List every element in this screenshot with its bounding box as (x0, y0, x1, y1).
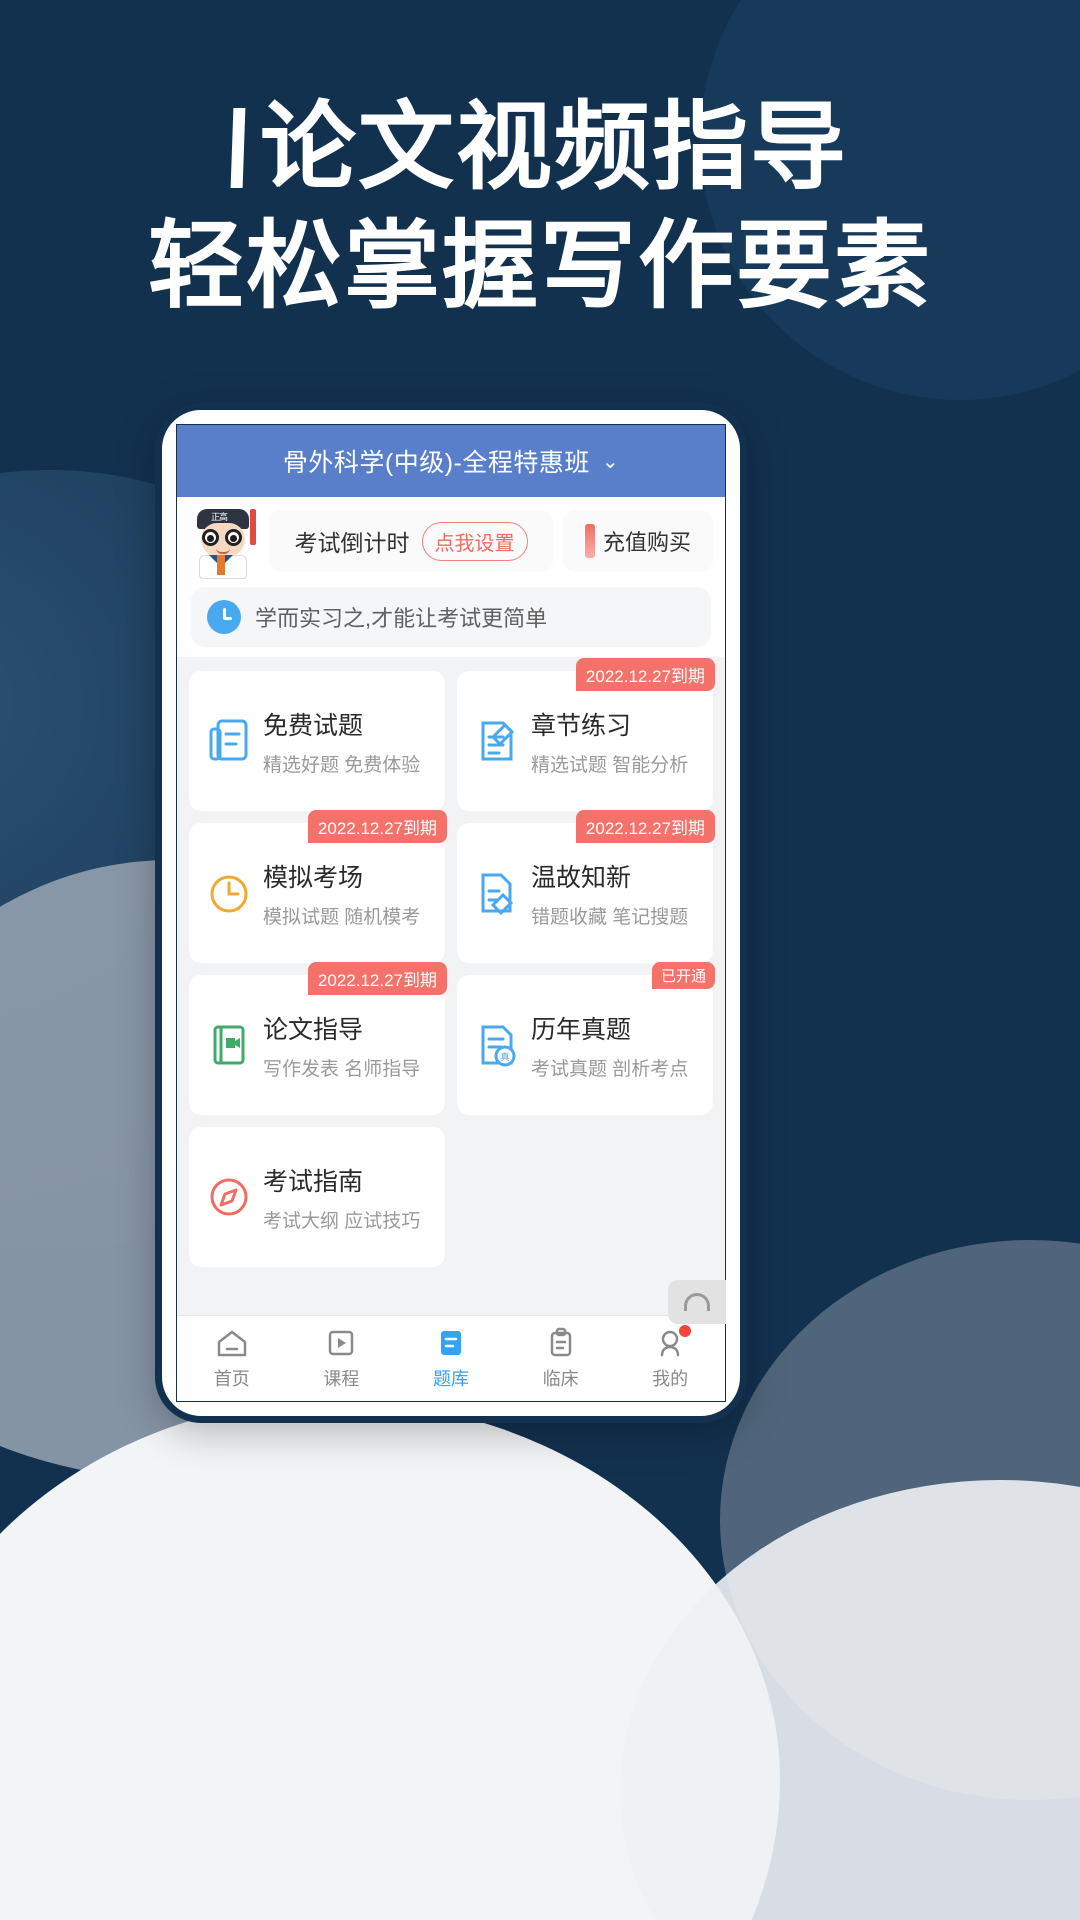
question-bank-icon (434, 1327, 468, 1359)
feature-card-free-questions[interactable]: 免费试题 精选好题 免费体验 (189, 671, 445, 811)
feature-grid-area: 免费试题 精选好题 免费体验 2022.12.27到期 章节练习 精选试题 智能… (177, 657, 725, 1315)
video-book-icon (207, 1021, 251, 1069)
clock-outline-icon (207, 869, 251, 917)
card-badge: 2022.12.27到期 (307, 962, 447, 995)
clock-icon (207, 600, 241, 634)
customer-service-button[interactable] (668, 1280, 726, 1324)
card-subtitle: 写作发表 名师指导 (263, 1058, 421, 1080)
feature-card-exam-guide[interactable]: 考试指南 考试大纲 应试技巧 (189, 1127, 445, 1267)
ticket-icon (584, 524, 595, 558)
document-list-icon (207, 717, 251, 765)
tab-label: 首页 (213, 1368, 250, 1389)
promo-headline-line2: 轻松掌握写作要素 (148, 209, 932, 322)
notification-dot-icon (678, 1324, 691, 1337)
card-badge: 2022.12.27到期 (575, 810, 715, 843)
note-pencil-icon (475, 869, 519, 917)
bottom-tab-bar: 首页 课程 题库 临床 我的 (177, 1315, 725, 1401)
tab-courses[interactable]: 课程 (287, 1327, 397, 1391)
card-title: 模拟考场 (263, 863, 364, 892)
tab-mine[interactable]: 我的 (615, 1324, 725, 1391)
notice-bar[interactable]: 学而实习之,才能让考试更简单 (191, 587, 711, 647)
card-badge: 已开通 (651, 962, 715, 989)
card-subtitle: 精选好题 免费体验 (263, 754, 421, 776)
recharge-buy-button[interactable]: 充值购买 (563, 510, 713, 572)
countdown-row: 正高 考试倒计时 点我设置 充值购买 (177, 497, 725, 587)
feature-card-past-papers[interactable]: 已开通 真 历年真题 考试真题 剖析考点 (457, 962, 715, 1115)
card-title: 历年真题 (531, 1015, 632, 1044)
card-title: 温故知新 (531, 863, 632, 892)
compass-icon (207, 1173, 251, 1221)
exam-countdown-button[interactable]: 考试倒计时 点我设置 (269, 510, 553, 572)
exam-paper-icon: 真 (475, 1021, 519, 1069)
card-title: 章节练习 (531, 711, 632, 740)
app-header-title: 骨外科学(中级)-全程特惠班 (282, 449, 590, 477)
avatar: 正高 (187, 505, 259, 579)
card-subtitle: 考试真题 剖析考点 (531, 1058, 689, 1080)
feature-grid: 免费试题 精选好题 免费体验 2022.12.27到期 章节练习 精选试题 智能… (189, 658, 715, 1267)
feature-card-review[interactable]: 2022.12.27到期 温故知新 错题收藏 笔记搜题 (457, 810, 715, 963)
card-subtitle: 错题收藏 笔记搜题 (531, 906, 689, 928)
card-badge: 2022.12.27到期 (307, 810, 447, 843)
card-title: 考试指南 (263, 1167, 364, 1196)
promo-headline-line1-row: 论文视频指导 (0, 91, 1080, 203)
tab-question-bank[interactable]: 题库 (396, 1327, 506, 1391)
recharge-buy-label: 充值购买 (602, 530, 691, 555)
feature-card-mock-exam[interactable]: 2022.12.27到期 模拟考场 模拟试题 随机模考 (189, 810, 447, 963)
tab-clinical[interactable]: 临床 (506, 1327, 616, 1391)
notice-wrapper: 学而实习之,才能让考试更简单 (177, 587, 725, 657)
bg-blob-white-right (620, 1480, 1080, 1920)
clipboard-icon (544, 1327, 578, 1359)
accent-bar-icon (230, 107, 246, 188)
exam-countdown-label: 考试倒计时 (294, 530, 410, 556)
play-square-icon (324, 1327, 358, 1359)
tab-label: 课程 (323, 1368, 360, 1389)
card-subtitle: 考试大纲 应试技巧 (263, 1210, 421, 1232)
tab-label: 题库 (432, 1368, 469, 1389)
headset-icon (684, 1293, 710, 1311)
chevron-down-icon[interactable]: ⌄ (602, 449, 619, 474)
tab-label: 临床 (542, 1368, 579, 1389)
tab-label: 我的 (652, 1368, 689, 1389)
card-title: 论文指导 (263, 1015, 364, 1044)
card-subtitle: 模拟试题 随机模考 (263, 906, 421, 928)
home-icon (215, 1327, 249, 1359)
phone-mockup: 骨外科学(中级)-全程特惠班 ⌄ 正高 考试倒计时 点我设置 充值购买 学而实习… (155, 403, 747, 1423)
feature-card-chapter-practice[interactable]: 2022.12.27到期 章节练习 精选试题 智能分析 (457, 658, 715, 811)
set-countdown-pill[interactable]: 点我设置 (421, 521, 528, 561)
promo-headline: 论文视频指导 轻松掌握写作要素 (0, 91, 1080, 322)
svg-text:真: 真 (500, 1051, 509, 1062)
card-subtitle: 精选试题 智能分析 (531, 754, 689, 776)
card-badge: 2022.12.27到期 (575, 658, 715, 691)
feature-card-thesis-guide[interactable]: 2022.12.27到期 论文指导 写作发表 名师指导 (189, 962, 447, 1115)
app-header[interactable]: 骨外科学(中级)-全程特惠班 ⌄ (177, 425, 725, 497)
card-title: 免费试题 (263, 711, 364, 740)
notice-text: 学而实习之,才能让考试更简单 (255, 606, 548, 631)
tab-home[interactable]: 首页 (177, 1327, 287, 1391)
promo-headline-line1: 论文视频指导 (260, 91, 848, 203)
edit-document-icon (475, 717, 519, 765)
app-screen: 骨外科学(中级)-全程特惠班 ⌄ 正高 考试倒计时 点我设置 充值购买 学而实习… (176, 424, 726, 1402)
